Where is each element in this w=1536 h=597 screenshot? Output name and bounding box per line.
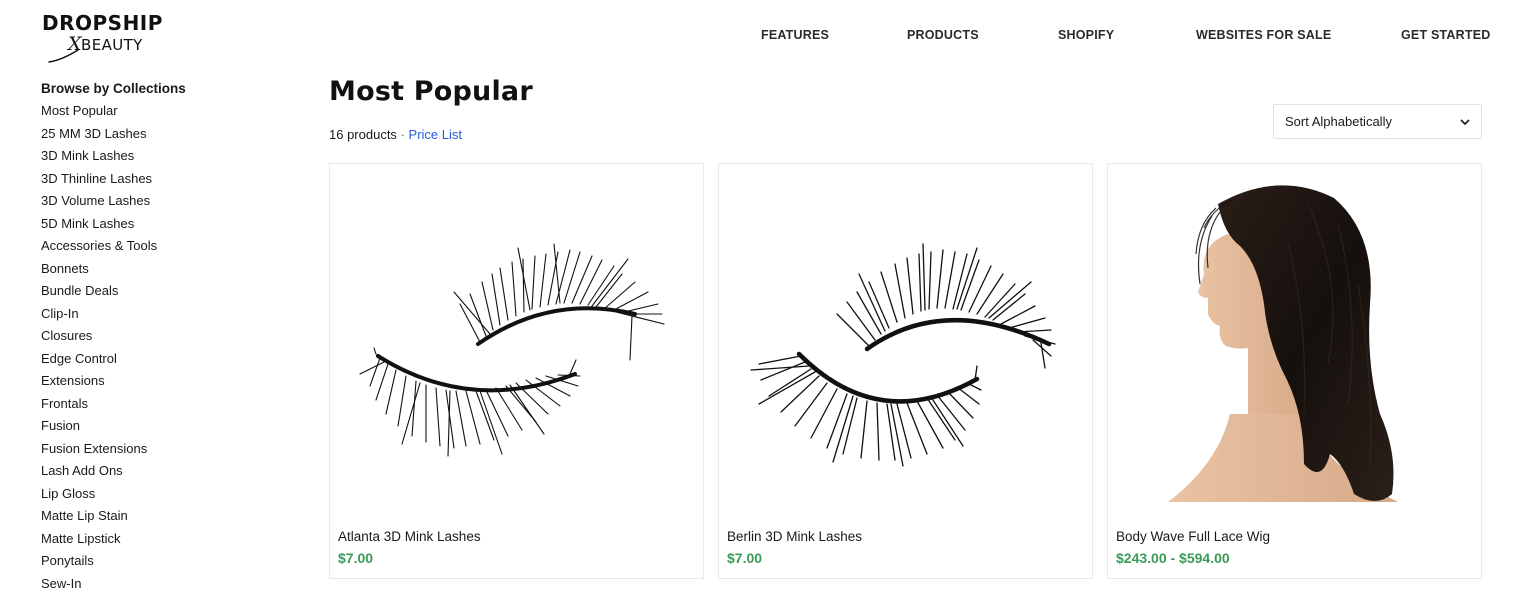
- sidebar-item-frontals[interactable]: Frontals: [41, 395, 261, 418]
- product-name[interactable]: Atlanta 3D Mink Lashes: [338, 529, 481, 544]
- sidebar-item-bonnets[interactable]: Bonnets: [41, 260, 261, 283]
- wig-mannequin-image: [1108, 164, 1481, 514]
- sort-dropdown[interactable]: Sort Alphabetically: [1273, 104, 1482, 139]
- product-card-body-wave-wig[interactable]: Body Wave Full Lace Wig $243.00 - $594.0…: [1107, 163, 1482, 579]
- nav-shopify-link[interactable]: SHOPIFY: [1058, 28, 1114, 42]
- nav-websites-for-sale-link[interactable]: WEBSITES FOR SALE: [1196, 28, 1331, 42]
- sidebar-item-3d-thinline-lashes[interactable]: 3D Thinline Lashes: [41, 170, 261, 193]
- sidebar-item-most-popular[interactable]: Most Popular: [41, 102, 261, 125]
- price-list-link[interactable]: Price List: [409, 127, 462, 142]
- sidebar-item-3d-volume-lashes[interactable]: 3D Volume Lashes: [41, 192, 261, 215]
- sidebar-item-edge-control[interactable]: Edge Control: [41, 350, 261, 373]
- nav-get-started-link[interactable]: GET STARTED: [1401, 28, 1490, 42]
- sidebar-item-fusion[interactable]: Fusion: [41, 417, 261, 440]
- sidebar-item-sew-in[interactable]: Sew-In: [41, 575, 261, 597]
- sidebar-item-bundle-deals[interactable]: Bundle Deals: [41, 282, 261, 305]
- product-card-berlin[interactable]: Berlin 3D Mink Lashes $7.00: [718, 163, 1093, 579]
- sidebar-item-matte-lip-stain[interactable]: Matte Lip Stain: [41, 507, 261, 530]
- sidebar-item-extensions[interactable]: Extensions: [41, 372, 261, 395]
- sidebar-item-ponytails[interactable]: Ponytails: [41, 552, 261, 575]
- sidebar-item-accessories-tools[interactable]: Accessories & Tools: [41, 237, 261, 260]
- chevron-down-icon: [1459, 116, 1471, 128]
- logo-swoosh-icon: [48, 48, 88, 64]
- sidebar-item-lip-gloss[interactable]: Lip Gloss: [41, 485, 261, 508]
- product-price: $243.00 - $594.00: [1116, 550, 1230, 566]
- lashes-image: [330, 164, 703, 514]
- product-name[interactable]: Body Wave Full Lace Wig: [1116, 529, 1270, 544]
- sidebar-item-3d-mink-lashes[interactable]: 3D Mink Lashes: [41, 147, 261, 170]
- sidebar-item-lash-add-ons[interactable]: Lash Add Ons: [41, 462, 261, 485]
- sidebar-item-matte-lipstick[interactable]: Matte Lipstick: [41, 530, 261, 553]
- lashes-image: [719, 164, 1092, 514]
- product-count-line: 16 products · Price List: [329, 127, 462, 142]
- page-title: Most Popular: [329, 76, 533, 107]
- nav-products-link[interactable]: PRODUCTS: [907, 28, 979, 42]
- product-price: $7.00: [727, 550, 762, 566]
- sidebar-item-fusion-extensions[interactable]: Fusion Extensions: [41, 440, 261, 463]
- product-price: $7.00: [338, 550, 373, 566]
- product-name[interactable]: Berlin 3D Mink Lashes: [727, 529, 862, 544]
- top-navigation: FEATURES PRODUCTS SHOPIFY WEBSITES FOR S…: [0, 28, 1536, 46]
- sidebar-item-closures[interactable]: Closures: [41, 327, 261, 350]
- product-count: 16 products: [329, 127, 397, 142]
- sidebar-heading: Browse by Collections: [41, 80, 261, 102]
- sidebar-item-clip-in[interactable]: Clip-In: [41, 305, 261, 328]
- meta-separator: ·: [401, 127, 405, 142]
- sort-selected-value: Sort Alphabetically: [1285, 114, 1392, 129]
- collections-list: Most Popular 25 MM 3D Lashes 3D Mink Las…: [41, 102, 261, 597]
- collections-sidebar: Browse by Collections Most Popular 25 MM…: [41, 80, 261, 597]
- sidebar-item-5d-mink-lashes[interactable]: 5D Mink Lashes: [41, 215, 261, 238]
- sidebar-item-25mm-3d-lashes[interactable]: 25 MM 3D Lashes: [41, 125, 261, 148]
- product-card-atlanta[interactable]: Atlanta 3D Mink Lashes $7.00: [329, 163, 704, 579]
- nav-features-link[interactable]: FEATURES: [761, 28, 829, 42]
